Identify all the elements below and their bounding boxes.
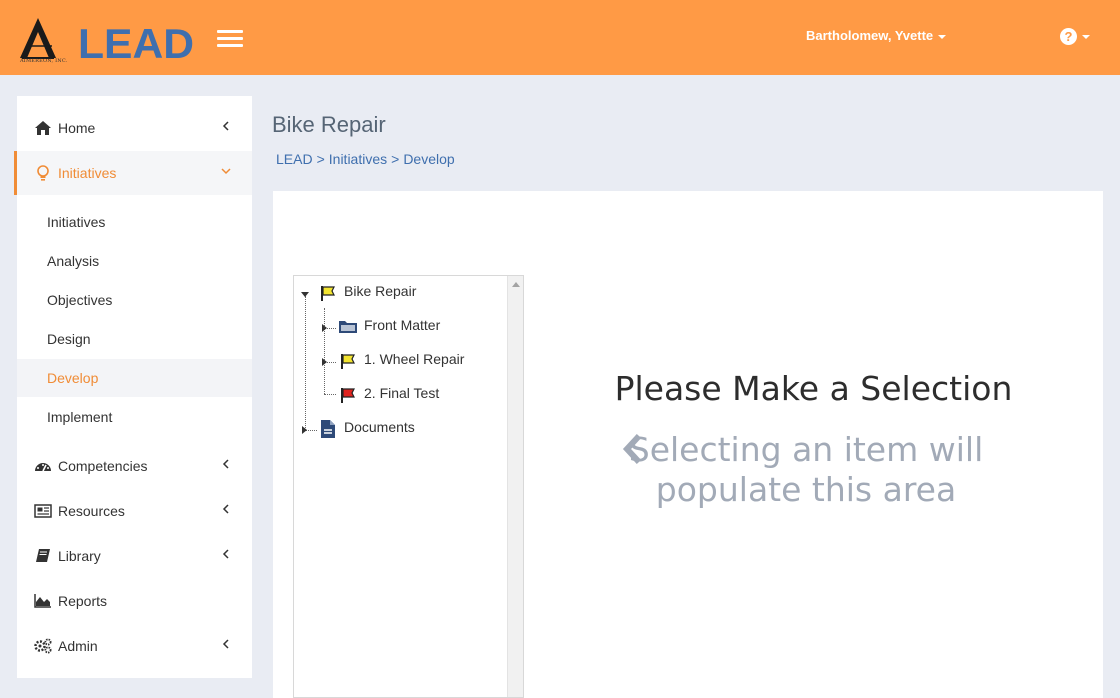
sidebar-subitem-initiatives[interactable]: Initiatives (17, 203, 252, 241)
sidebar-subitem-label: Design (47, 331, 91, 347)
sidebar-item-admin[interactable]: Admin (17, 624, 252, 668)
logo-subtext: AIMEREON, INC. (20, 58, 68, 64)
document-icon (321, 420, 335, 438)
sidebar-subitem-label: Objectives (47, 292, 113, 308)
sidebar-subitem-develop[interactable]: Develop (17, 359, 252, 397)
caret-down-icon (938, 34, 947, 39)
tree-scrollbar[interactable] (507, 276, 523, 697)
hamburger-menu-icon[interactable] (217, 30, 243, 48)
chevron-down-icon (221, 168, 231, 175)
home-icon (35, 121, 51, 135)
breadcrumb-link-initiatives[interactable]: Initiatives (329, 151, 387, 167)
sidebar-subitem-implement[interactable]: Implement (17, 398, 252, 436)
sidebar-item-label: Home (58, 120, 96, 136)
tree-toggle-expand-icon[interactable] (302, 426, 307, 434)
sidebar-item-competencies[interactable]: Competencies (17, 444, 252, 488)
tree-toggle-expand-icon[interactable] (322, 358, 327, 366)
page-title: Bike Repair (272, 112, 386, 137)
chevron-left-icon (222, 549, 229, 559)
tree-node-bike-repair[interactable]: Bike Repair (344, 283, 416, 299)
newspaper-icon (34, 504, 52, 518)
sidebar-item-resources[interactable]: Resources (17, 489, 252, 533)
dashboard-icon (35, 463, 51, 472)
sidebar-subitem-label: Develop (47, 370, 99, 386)
sidebar-item-label: Resources (58, 503, 125, 519)
sidebar-subitem-objectives[interactable]: Objectives (17, 281, 252, 319)
svg-text:LEAD: LEAD (78, 20, 194, 62)
user-menu[interactable]: Bartholomew, Yvette (806, 28, 947, 43)
sidebar-item-library[interactable]: Library (17, 534, 252, 578)
sidebar-subitem-label: Initiatives (47, 214, 106, 230)
sidebar-subitem-analysis[interactable]: Analysis (17, 242, 252, 280)
yellow-flag-icon (321, 286, 335, 301)
sidebar-item-initiatives[interactable]: Initiatives (14, 151, 252, 195)
sidebar-item-label: Initiatives (58, 165, 117, 181)
breadcrumb-link-lead[interactable]: LEAD (276, 151, 313, 167)
chevron-left-icon (222, 459, 229, 469)
chevron-left-icon (222, 639, 229, 649)
gears-icon (34, 638, 52, 654)
breadcrumb-separator: > (316, 151, 325, 167)
lead-logo-graphic: LEAD (20, 18, 194, 67)
sidebar-item-label: Library (58, 548, 101, 564)
sidebar-item-label: Reports (58, 593, 108, 609)
selection-prompt-subtitle: Selecting an item will populate this are… (628, 430, 984, 509)
tree-connector (305, 296, 306, 430)
selection-prompt-title: Please Make a Selection (614, 369, 1013, 408)
sidebar-item-home[interactable]: Home (17, 106, 252, 150)
red-flag-icon (341, 388, 355, 403)
folder-icon (339, 321, 357, 333)
tree-node-wheel-repair[interactable]: 1. Wheel Repair (364, 351, 464, 367)
breadcrumb-separator: > (391, 151, 400, 167)
top-header: LEAD AIMEREON, INC. Bartholomew, Yvette … (0, 0, 1120, 75)
sidebar-item-label: Competencies (58, 458, 148, 474)
tree-toggle-expand-icon[interactable] (322, 324, 327, 332)
sidebar-subitem-design[interactable]: Design (17, 320, 252, 358)
sidebar-subitem-label: Analysis (47, 253, 100, 269)
area-chart-icon (34, 594, 51, 608)
tree-node-documents[interactable]: Documents (344, 419, 415, 435)
user-name: Bartholomew, Yvette (806, 28, 934, 43)
chevron-left-icon (222, 504, 229, 514)
tree-connector (324, 394, 336, 395)
chevron-left-icon (222, 121, 229, 131)
help-menu[interactable]: ? (1060, 26, 1090, 45)
tree-toggle-collapse-icon[interactable] (301, 292, 309, 297)
sidebar-item-reports[interactable]: Reports (17, 579, 252, 623)
tree-node-final-test[interactable]: 2. Final Test (364, 385, 439, 401)
caret-down-icon (1082, 34, 1090, 39)
book-icon (36, 549, 50, 562)
tree-node-front-matter[interactable]: Front Matter (364, 317, 440, 333)
scroll-up-arrow-icon[interactable] (512, 282, 520, 287)
sidebar-nav: Home Initiatives Initiatives Analysis Ob… (14, 96, 252, 678)
breadcrumb-link-develop[interactable]: Develop (403, 151, 454, 167)
yellow-flag-icon (341, 354, 355, 369)
sidebar-subitem-label: Implement (47, 409, 113, 425)
lead-logo[interactable]: LEAD AIMEREON, INC. (18, 16, 198, 68)
tree-connector (324, 308, 325, 394)
sidebar-item-label: Admin (58, 638, 98, 654)
breadcrumb: LEAD > Initiatives > Develop (276, 151, 455, 167)
help-icon: ? (1060, 28, 1077, 45)
outline-tree[interactable] (293, 275, 524, 698)
lightbulb-icon (37, 165, 49, 181)
